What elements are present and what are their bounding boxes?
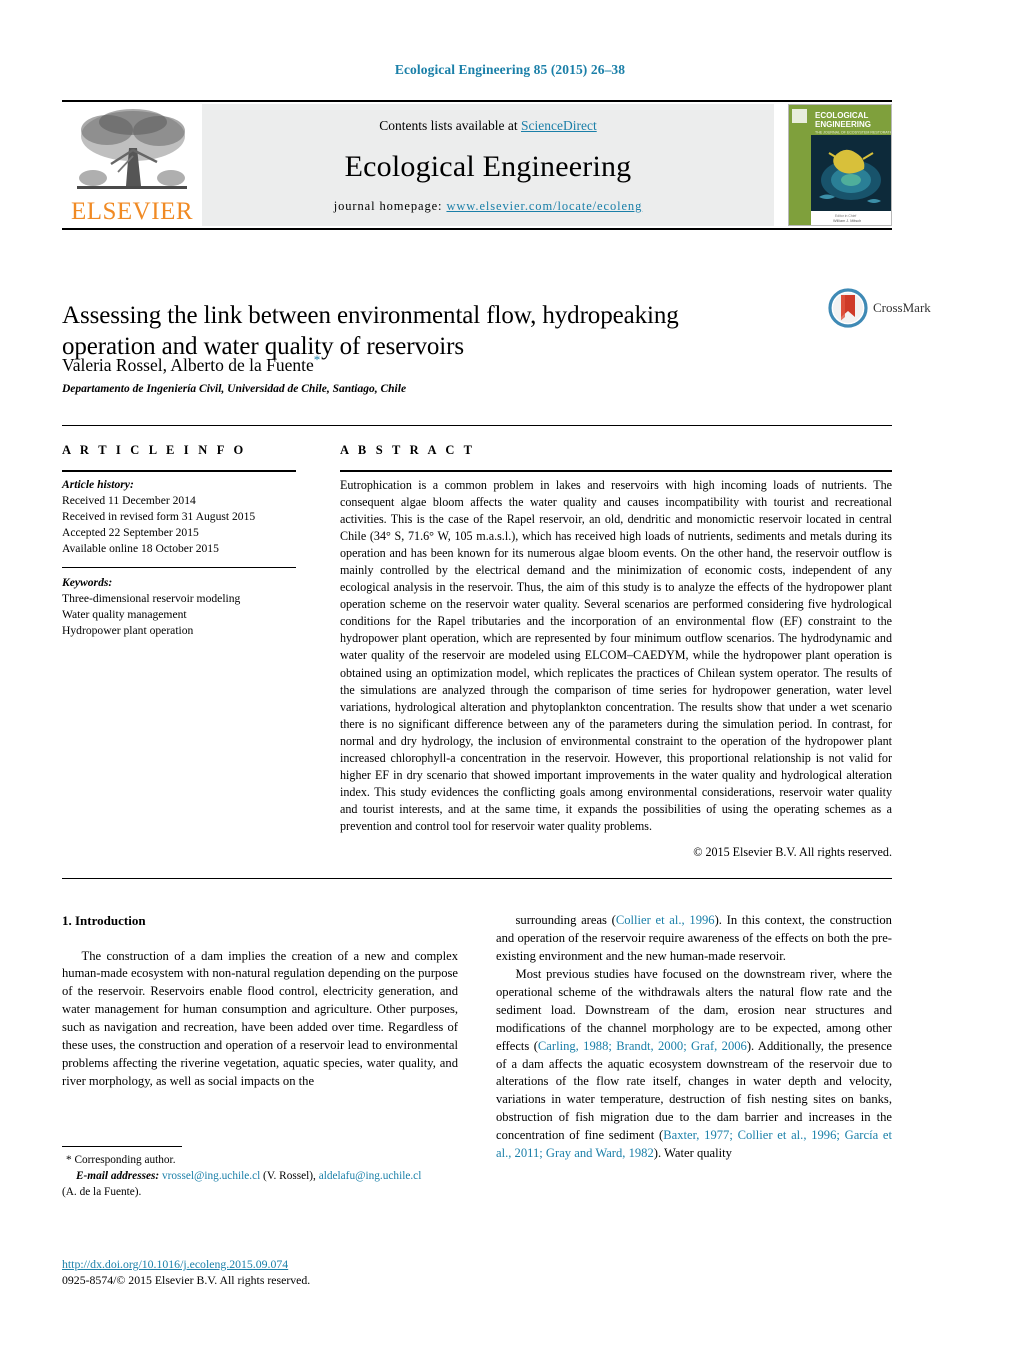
email2-owner: (A. de la Fuente). [62,1185,142,1198]
affiliation: Departamento de Ingeniería Civil, Univer… [62,383,407,395]
elsevier-logo: ELSEVIER [62,104,202,226]
keyword-item: Water quality management [62,607,187,621]
crossmark-badge[interactable]: CrossMark [828,288,931,328]
abstract-heading: A B S T R A C T [340,443,476,457]
citation-collier-1996[interactable]: Collier et al., 1996 [616,913,715,927]
abstract-rule [340,470,892,472]
citation-carling-brandt-graf[interactable]: Carling, 1988; Brandt, 2000; Graf, 2006 [538,1039,747,1053]
banner-bottom-rule [62,228,892,230]
par2-text-b: ). Additionally, the presence of a dam a… [496,1038,893,1143]
email-link-rossel[interactable]: vrossel@ing.uchile.cl [162,1170,260,1182]
running-head: Ecological Engineering 85 (2015) 26–38 [394,62,626,77]
corresponding-author-note: * Corresponding author. [62,1153,462,1169]
journal-cover-thumbnail: ECOLOGICAL ENGINEERING THE JOURNAL OF EC… [788,104,892,226]
contents-prefix: Contents lists available at [379,118,521,133]
doi-link[interactable]: http://dx.doi.org/10.1016/j.ecoleng.2015… [62,1257,288,1271]
banner-centre: Contents lists available at ScienceDirec… [202,104,774,226]
par2-text-c: ). Water quality [653,1146,732,1161]
paper-page: Ecological Engineering 85 (2015) 26–38 E… [0,0,1020,1351]
corresponding-author-marker: * [313,352,321,367]
doi-block: http://dx.doi.org/10.1016/j.ecoleng.2015… [62,1256,462,1289]
journal-title: Ecological Engineering [344,149,632,183]
abstract-text: Eutrophication is a common problem in la… [340,478,892,833]
email-note: E-mail addresses: vrossel@ing.uchile.cl … [62,1169,462,1185]
homepage-prefix: journal homepage: [333,199,447,213]
journal-homepage-link[interactable]: www.elsevier.com/locate/ecoleng [446,199,642,213]
footnote-divider [62,1146,182,1147]
abstract-section-top-rule [62,425,892,426]
crossmark-label: CrossMark [873,300,931,315]
journal-homepage-line: journal homepage: www.elsevier.com/locat… [334,199,642,214]
article-info-rule [62,470,296,472]
body-column-left: 1. Introduction The construction of a da… [62,912,458,1091]
svg-text:Editor in Chief: Editor in Chief [835,214,856,218]
author-names: Valeria Rossel, Alberto de la Fuente [62,354,314,375]
history-item-revised: Received in revised form 31 August 2015 [62,509,256,523]
banner-top-rule [62,100,892,102]
keyword-item: Hydropower plant operation [62,623,194,637]
journal-banner: ELSEVIER Contents lists available at Sci… [62,104,892,226]
intro-paragraph-2: Most previous studies have focused on th… [496,966,892,1163]
crossmark-icon [828,288,868,328]
svg-text:THE JOURNAL OF ECOSYSTEM RESTO: THE JOURNAL OF ECOSYSTEM RESTORATION [815,131,891,135]
section-heading-introduction: 1. Introduction [62,913,146,928]
keywords-divider [62,566,296,568]
svg-text:William J. Mitsch: William J. Mitsch [833,219,861,223]
abstract-bottom-rule [62,878,892,879]
article-info-column: Article history: Received 11 December 20… [62,477,296,639]
par1-text-a: surrounding areas ( [515,913,616,927]
history-item-received: Received 11 December 2014 [62,493,196,507]
sciencedirect-link[interactable]: ScienceDirect [521,118,597,133]
history-item-accepted: Accepted 22 September 2015 [62,525,199,539]
article-history-label: Article history: [62,478,134,491]
elsevier-tree-icon [77,109,187,189]
contents-available-line: Contents lists available at ScienceDirec… [379,118,596,134]
footnote-block: * Corresponding author. E-mail addresses… [62,1153,462,1200]
intro-paragraph-1: The construction of a dam implies the cr… [62,948,458,1089]
svg-text:ENGINEERING: ENGINEERING [815,120,871,129]
issn-copyright-line: 0925-8574/© 2015 Elsevier B.V. All right… [62,1273,311,1288]
keywords-label: Keywords: [62,575,113,589]
email1-owner: (V. Rossel), [260,1169,319,1182]
corresponding-author-text: Corresponding author. [74,1154,176,1166]
elsevier-wordmark: ELSEVIER [70,198,194,225]
journal-cover-image: ECOLOGICAL ENGINEERING THE JOURNAL OF EC… [789,105,891,225]
abstract-column: Eutrophication is a common problem in la… [340,477,892,861]
body-column-right: surrounding areas (Collier et al., 1996)… [496,912,892,1163]
article-info-heading: A R T I C L E I N F O [62,443,247,457]
email-label: E-mail addresses: [76,1169,160,1182]
footnote-marker: * [66,1154,72,1166]
email-link-delafuente[interactable]: aldelafu@ing.uchile.cl [319,1170,422,1182]
svg-text:ECOLOGICAL: ECOLOGICAL [815,111,868,120]
abstract-copyright: © 2015 Elsevier B.V. All rights reserved… [693,844,892,859]
intro-paragraph-continued: surrounding areas (Collier et al., 1996)… [496,912,892,966]
author-list: Valeria Rossel, Alberto de la Fuente* [62,352,762,376]
keyword-item: Three-dimensional reservoir modeling [62,591,241,605]
history-item-online: Available online 18 October 2015 [62,541,219,555]
